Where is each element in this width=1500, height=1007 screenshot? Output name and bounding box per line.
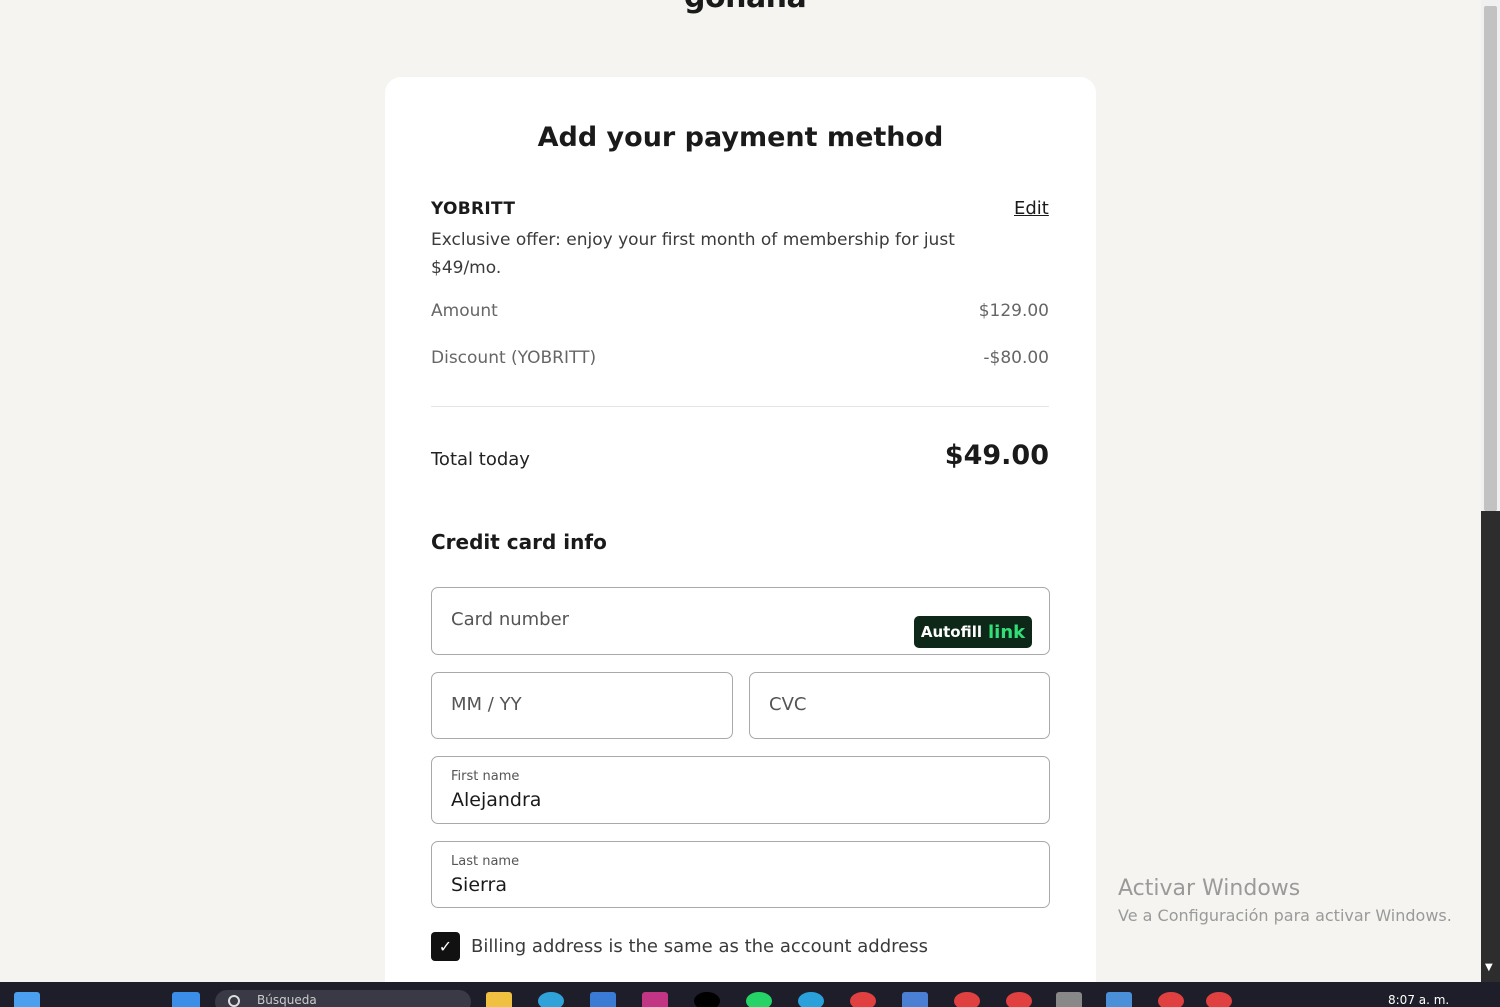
promo-code: YOBRITT (431, 199, 516, 219)
last-name-value: Sierra (451, 874, 507, 896)
page-scrollbar[interactable]: ▼ (1481, 0, 1500, 982)
taskbar-search[interactable]: Búsqueda (215, 990, 471, 1007)
start-menu-icon[interactable] (14, 992, 40, 1007)
instagram-icon[interactable] (642, 992, 668, 1007)
amount-label: Amount (431, 301, 498, 321)
first-name-label: First name (451, 769, 520, 784)
chrome-profile-icon[interactable] (1158, 992, 1184, 1007)
brand-logo[interactable]: gohana (684, 0, 807, 15)
first-name-field[interactable]: First name Alejandra (431, 756, 1050, 824)
summary-divider (431, 406, 1049, 407)
scrollbar-track[interactable] (1481, 511, 1500, 982)
chrome-profile-icon[interactable] (850, 992, 876, 1007)
autofill-link-button[interactable]: Autofill link (914, 616, 1032, 648)
edge-browser-icon[interactable] (538, 992, 564, 1007)
last-name-field[interactable]: Last name Sierra (431, 841, 1050, 908)
activate-windows-title: Activar Windows (1118, 876, 1301, 901)
discount-value: -$80.00 (983, 348, 1049, 368)
app-icon[interactable] (1056, 992, 1082, 1007)
cvc-input[interactable]: CVC (749, 672, 1050, 739)
tiktok-icon[interactable] (694, 992, 720, 1007)
last-name-label: Last name (451, 854, 520, 869)
windows-taskbar: Búsqueda 8:07 a. m. (0, 982, 1500, 1007)
autofill-label: Autofill (920, 623, 983, 641)
card-number-input[interactable]: Card number Autofill link (431, 587, 1050, 655)
cvc-placeholder: CVC (769, 694, 807, 715)
page-title: Add your payment method (537, 122, 944, 153)
taskbar-search-placeholder: Búsqueda (257, 993, 317, 1007)
expiry-input[interactable]: MM / YY (431, 672, 733, 739)
expiry-placeholder: MM / YY (451, 694, 522, 715)
billing-same-checkbox[interactable]: ✓ (431, 932, 460, 961)
card-number-placeholder: Card number (451, 609, 570, 630)
search-icon (228, 995, 240, 1007)
windows-logo-icon[interactable] (172, 992, 200, 1007)
promo-description: Exclusive offer: enjoy your first month … (431, 230, 955, 278)
scroll-down-arrow-icon[interactable]: ▼ (1485, 962, 1493, 973)
first-name-value: Alejandra (451, 789, 542, 811)
discount-label: Discount (YOBRITT) (431, 348, 597, 368)
chrome-profile-icon[interactable] (954, 992, 980, 1007)
billing-same-label[interactable]: Billing address is the same as the accou… (471, 936, 928, 957)
calendar-icon[interactable] (902, 992, 928, 1007)
chrome-profile-icon[interactable] (1006, 992, 1032, 1007)
amount-value: $129.00 (978, 301, 1049, 321)
chrome-profile-icon[interactable] (1206, 992, 1232, 1007)
checkmark-icon: ✓ (438, 937, 453, 956)
edit-promo-link[interactable]: Edit (1014, 198, 1049, 219)
app-icon[interactable] (1106, 992, 1132, 1007)
whatsapp-icon[interactable] (746, 992, 772, 1007)
activate-windows-subtitle: Ve a Configuración para activar Windows. (1118, 906, 1452, 925)
link-logo: link (988, 621, 1026, 643)
scrollbar-thumb[interactable] (1484, 6, 1497, 511)
total-value: $49.00 (944, 440, 1049, 471)
store-icon[interactable] (590, 992, 616, 1007)
credit-card-section-title: Credit card info (431, 530, 607, 554)
file-explorer-icon[interactable] (486, 992, 512, 1007)
total-label: Total today (431, 449, 530, 470)
taskbar-clock[interactable]: 8:07 a. m. (1388, 993, 1449, 1007)
telegram-icon[interactable] (798, 992, 824, 1007)
